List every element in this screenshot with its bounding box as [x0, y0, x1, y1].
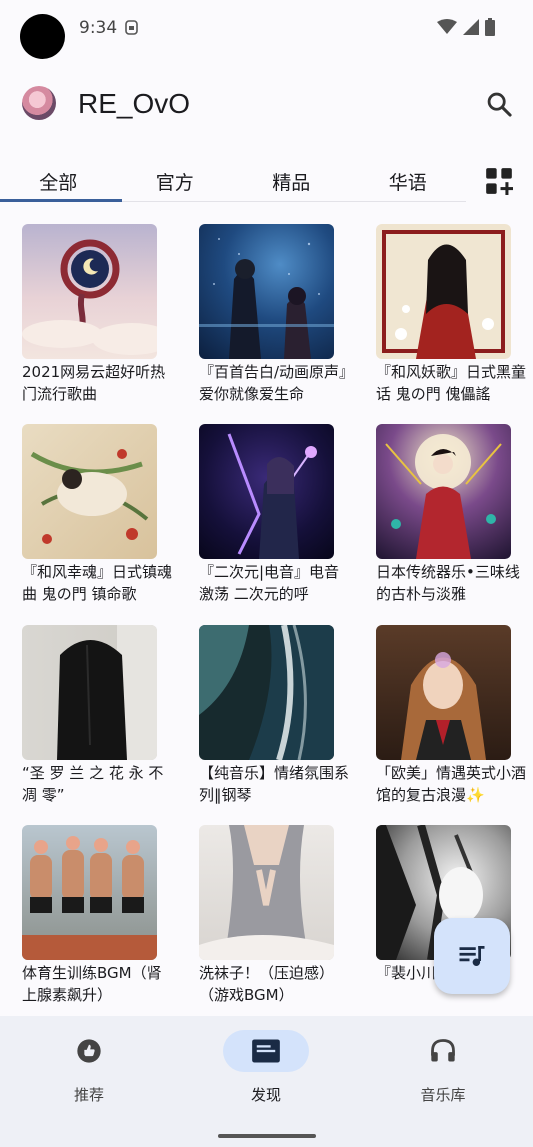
- playlist-card[interactable]: “圣 罗 兰 之 花 永 不 凋 零”: [22, 625, 172, 806]
- tab-premium[interactable]: 精品: [233, 160, 350, 201]
- now-playing-fab[interactable]: [434, 918, 510, 994]
- playlist-cover: [376, 224, 511, 359]
- cover-art: [199, 825, 334, 960]
- bottom-navigation: 推荐 发现 音乐库: [0, 1016, 533, 1147]
- playlist-title: 洗袜子！（压迫感）（游戏BGM）: [199, 964, 335, 1004]
- playlist-title: 日本传统器乐•三味线的古朴与淡雅: [376, 563, 520, 603]
- tab-chinese[interactable]: 华语: [350, 160, 467, 201]
- tab-official[interactable]: 官方: [117, 160, 234, 201]
- nav-music-library[interactable]: 音乐库: [373, 1030, 513, 1105]
- cover-art: [30, 449, 149, 544]
- playlist-card[interactable]: 2021网易云超好听热门流行歌曲: [22, 224, 172, 405]
- tab-label: 官方: [155, 172, 194, 194]
- playlist-card[interactable]: 体育生训练BGM（肾上腺素飙升）: [22, 825, 172, 1006]
- playlist-title: 『二次元|电音』电音激荡 二次元的呼: [199, 563, 340, 603]
- playlist-cover: [199, 825, 334, 960]
- tab-all[interactable]: 全部: [0, 160, 122, 202]
- playlist-card[interactable]: 『和风幸魂』日式镇魂曲 鬼の門 镇命歌: [22, 424, 172, 605]
- playlist-title: 「欧美」情遇英式小酒馆的复古浪漫✨: [376, 764, 526, 804]
- playlist-title: 体育生训练BGM（肾上腺素飙升）: [22, 964, 162, 1004]
- tab-label: 精品: [272, 172, 311, 194]
- tab-label: 华语: [388, 172, 427, 194]
- nav-recommend[interactable]: 推荐: [19, 1030, 159, 1105]
- nav-icon-container: [400, 1030, 486, 1072]
- playlist-title: “圣 罗 兰 之 花 永 不 凋 零”: [22, 764, 164, 804]
- recommend-icon: [77, 1039, 101, 1063]
- playlist-title: 【纯音乐】情绪氛围系列‖钢琴: [199, 764, 349, 804]
- playlist-cover: [22, 224, 157, 359]
- search-icon[interactable]: [485, 90, 513, 118]
- nav-label: 发现: [250, 1086, 281, 1104]
- nav-label: 推荐: [73, 1086, 104, 1104]
- playlist-cover: [199, 625, 334, 760]
- nav-icon-container: [46, 1030, 132, 1072]
- playlist-cover: [199, 424, 334, 559]
- cover-art: [57, 625, 157, 760]
- playlist-cover: [376, 424, 511, 559]
- cover-art: [227, 433, 317, 559]
- status-bar: 9:34: [0, 0, 533, 60]
- cover-art: [22, 239, 157, 355]
- camera-cutout: [20, 14, 65, 59]
- signal-icon: [463, 19, 479, 35]
- discover-icon: [252, 1039, 280, 1063]
- playlist-card[interactable]: 「欧美」情遇英式小酒馆的复古浪漫✨: [376, 625, 526, 806]
- playlist-title: 『和风妖歌』日式黑童话 鬼の門 傀儡謠: [376, 363, 526, 403]
- category-add-icon[interactable]: [485, 167, 513, 195]
- playlist-card[interactable]: 『百首告白/动画原声』爱你就像爱生命: [199, 224, 349, 405]
- cover-art: [199, 238, 334, 359]
- wifi-icon: [437, 19, 457, 34]
- nav-label: 音乐库: [420, 1086, 466, 1104]
- tab-label: 全部: [39, 172, 78, 194]
- user-avatar[interactable]: [22, 86, 56, 120]
- playlist-card[interactable]: 『和风妖歌』日式黑童话 鬼の門 傀儡謠: [376, 224, 526, 405]
- headphones-icon: [431, 1039, 455, 1062]
- top-app-bar: RE_OvO: [0, 80, 533, 136]
- playlist-cover: [22, 825, 157, 960]
- page-title: RE_OvO: [78, 88, 191, 119]
- playlist-cover: [22, 625, 157, 760]
- sim-icon: [125, 20, 138, 35]
- playlist-card[interactable]: 洗袜子！（压迫感）（游戏BGM）: [199, 825, 349, 1006]
- nav-icon-container: [223, 1030, 309, 1072]
- playlist-title: 2021网易云超好听热门流行歌曲: [22, 363, 166, 403]
- cover-art: [199, 625, 334, 760]
- playlist-card[interactable]: 『二次元|电音』电音激荡 二次元的呼: [199, 424, 349, 605]
- playlist-cover: [376, 625, 511, 760]
- cover-art: [385, 434, 502, 559]
- playlist-title: 『和风幸魂』日式镇魂曲 鬼の門 镇命歌: [22, 563, 172, 603]
- cover-art: [382, 230, 505, 359]
- queue-music-icon: [459, 946, 485, 966]
- playlist-title: 『百首告白/动画原声』爱你就像爱生命: [199, 363, 347, 403]
- playlist-cover: [199, 224, 334, 359]
- playlist-cover: [22, 424, 157, 559]
- status-time: 9:34: [79, 18, 118, 38]
- category-tabs: 全部 官方 精品 华语: [0, 160, 466, 202]
- playlist-card[interactable]: 日本传统器乐•三味线的古朴与淡雅: [376, 424, 526, 605]
- home-indicator[interactable]: [218, 1134, 316, 1138]
- system-icons: [437, 18, 495, 36]
- nav-discover[interactable]: 发现: [196, 1030, 336, 1105]
- playlist-card[interactable]: 【纯音乐】情绪氛围系列‖钢琴: [199, 625, 349, 806]
- cover-art: [22, 836, 157, 960]
- cover-art: [401, 652, 486, 760]
- battery-icon: [485, 18, 495, 36]
